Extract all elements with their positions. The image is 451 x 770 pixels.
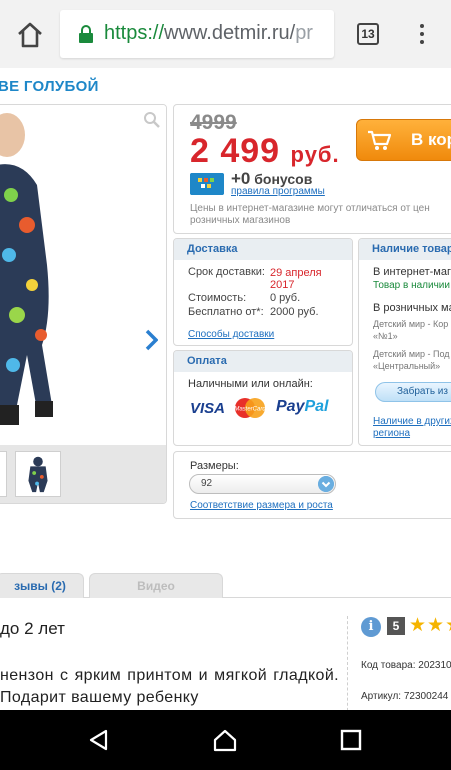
- svg-text:MasterCard: MasterCard: [234, 407, 266, 413]
- product-photo[interactable]: [0, 105, 167, 445]
- pickup-button[interactable]: Забрать из м: [375, 382, 451, 402]
- product-title: ВЕ ГОЛУБОЙ: [0, 78, 99, 95]
- bonus-rules-link[interactable]: правила программы: [231, 186, 325, 197]
- chevron-down-icon: [318, 476, 334, 492]
- other-stores-link-line1: Наличие в других м: [373, 416, 451, 427]
- thumbnail[interactable]: [0, 451, 7, 497]
- add-to-cart-button[interactable]: В кор: [356, 119, 451, 161]
- store-1-name: Детский мир - Кор: [373, 319, 449, 329]
- delivery-term-label: Срок доставки:: [188, 266, 265, 278]
- retail-stores-label: В розничных ма: [373, 302, 451, 314]
- visa-logo: VISA: [190, 400, 226, 417]
- overflow-menu-icon[interactable]: [418, 22, 426, 48]
- lock-icon: [79, 25, 93, 43]
- paypal-logo: PayPal: [276, 398, 328, 416]
- recent-apps-icon[interactable]: [339, 728, 363, 752]
- other-stores-link-line2: региона: [373, 428, 411, 439]
- url-scheme: https://: [104, 22, 165, 44]
- tab-reviews[interactable]: зывы (2): [0, 573, 84, 598]
- url-text: https://www.detmir.ru/pr: [104, 22, 313, 45]
- zoom-icon[interactable]: [143, 111, 161, 129]
- product-article: Артикул: 72300244: [361, 691, 449, 702]
- payment-methods-label: Наличными или онлайн:: [188, 378, 313, 390]
- thumbnail[interactable]: [15, 451, 61, 497]
- web-page: ВЕ ГОЛУБОЙ 4999 2 499 руб. В ко +0 бонус…: [0, 68, 451, 710]
- description-title: до 2 лет: [0, 619, 65, 638]
- payment-panel: Оплата Наличными или онлайн: VISA Master…: [173, 350, 353, 446]
- free-delivery-label: Бесплатно от*:: [188, 306, 264, 318]
- browser-toolbar: https://www.detmir.ru/pr 13: [0, 0, 451, 68]
- url-path: pr: [295, 22, 313, 44]
- address-bar[interactable]: https://www.detmir.ru/pr: [60, 10, 334, 58]
- payment-header: Оплата: [174, 351, 352, 372]
- column-divider: [347, 616, 348, 710]
- tab-video[interactable]: Видео: [89, 573, 223, 598]
- free-delivery-value: 2000 руб.: [270, 306, 319, 318]
- thumbnail-strip: [0, 445, 166, 503]
- bonus-card-icon: [190, 173, 224, 195]
- delivery-cost-value: 0 руб.: [270, 292, 301, 304]
- online-stock-status: Товар в наличии: [373, 280, 450, 291]
- delivery-term-year: 2017: [270, 279, 295, 291]
- sizes-label: Размеры:: [190, 460, 239, 472]
- bonus-label: бонусов: [254, 171, 313, 187]
- home-circle-icon[interactable]: [213, 728, 237, 752]
- mastercard-logo: MasterCard: [234, 398, 266, 418]
- paypal-pal: Pal: [304, 398, 329, 415]
- back-icon[interactable]: [87, 728, 111, 752]
- product-tabs: зывы (2) Видео: [0, 573, 451, 598]
- delivery-panel: Доставка Срок доставки: 29 апреля 2017 С…: [173, 238, 353, 346]
- product-gallery: [0, 104, 167, 504]
- rating-stars[interactable]: ★★★: [409, 614, 451, 637]
- size-selector-block: Размеры: 92 Соответствие размера и роста: [173, 451, 451, 519]
- info-icon[interactable]: i: [361, 617, 381, 637]
- price-disclaimer: Цены в интернет-магазине могут отличатьс…: [190, 203, 430, 226]
- home-icon[interactable]: [14, 19, 46, 51]
- online-store-label: В интернет-мага: [373, 266, 451, 278]
- url-host: www.detmir.ru/: [164, 22, 296, 44]
- store-2-name: Детский мир - Под: [373, 349, 450, 359]
- delivery-methods-link[interactable]: Способы доставки: [188, 329, 274, 340]
- add-to-cart-label: В кор: [411, 130, 451, 149]
- tab-switcher-button[interactable]: 13: [357, 23, 379, 45]
- price-block: 4999 2 499 руб. В кор +0 бонусов правила…: [173, 104, 451, 234]
- store-1-number: «№1»: [373, 331, 398, 341]
- next-image-arrow-icon[interactable]: [144, 329, 158, 351]
- product-code: Код товара: 2023103: [361, 660, 451, 671]
- availability-panel: Наличие товар В интернет-мага Товар в на…: [358, 238, 451, 446]
- cart-icon: [368, 130, 391, 150]
- paypal-pay: Pay: [276, 398, 305, 415]
- delivery-header: Доставка: [174, 239, 352, 260]
- price-currency: руб.: [290, 142, 340, 167]
- delivery-cost-label: Стоимость:: [188, 292, 247, 304]
- store-2-number: «Центральный»: [373, 361, 441, 371]
- size-select[interactable]: 92: [189, 474, 336, 494]
- size-chart-link[interactable]: Соответствие размера и роста: [190, 500, 333, 511]
- delivery-term-date: 29 апреля: [270, 267, 322, 279]
- system-navigation-bar: [0, 710, 451, 770]
- other-stores-link[interactable]: Наличие в других м региона: [373, 416, 451, 440]
- size-selected-value: 92: [201, 478, 213, 489]
- availability-header: Наличие товар: [359, 239, 451, 260]
- description-text: нензон с ярким принтом и мягкой гладкой.…: [0, 667, 339, 706]
- current-price: 2 499 руб.: [190, 132, 340, 171]
- price-value: 2 499: [190, 132, 281, 170]
- rating-badge: 5: [387, 617, 405, 635]
